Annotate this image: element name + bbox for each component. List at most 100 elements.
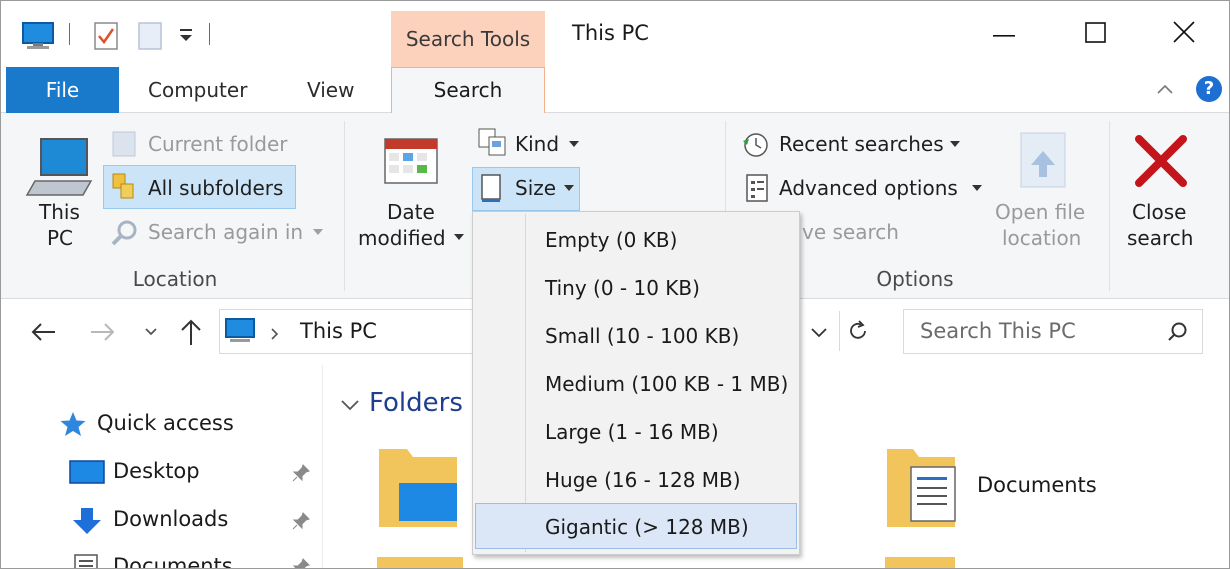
tab-file[interactable]: File (6, 67, 119, 113)
kind-icon (478, 128, 506, 156)
desktop-icon (69, 460, 105, 484)
folder-desktop-tile[interactable] (377, 447, 463, 531)
recent-searches-button[interactable]: Recent searches (779, 132, 944, 156)
nav-item-documents[interactable]: Documents (69, 553, 319, 569)
forward-arrow-icon[interactable] (87, 319, 117, 345)
star-icon (60, 412, 86, 436)
size-option-small[interactable]: Small (10 - 100 KB) (475, 312, 797, 358)
save-search-button[interactable]: ve search (802, 220, 899, 244)
open-file-location-icon (1020, 132, 1066, 188)
breadcrumb-this-pc[interactable]: This PC (300, 319, 377, 343)
size-option-tiny[interactable]: Tiny (0 - 10 KB) (475, 264, 797, 310)
section-title: Folders (369, 388, 463, 418)
chevron-down-icon (972, 185, 982, 191)
close-search-button[interactable]: search (1127, 226, 1193, 250)
all-subfolders-label: All subfolders (148, 176, 284, 200)
tab-search[interactable]: Search (391, 67, 545, 114)
date-modified-button[interactable]: modified (358, 226, 446, 250)
close-window-button[interactable] (1169, 17, 1199, 47)
current-folder-icon (112, 131, 136, 157)
size-option-empty[interactable]: Empty (0 KB) (475, 216, 797, 262)
pin-icon (292, 558, 310, 568)
nav-item-downloads[interactable]: Downloads (69, 505, 319, 537)
all-subfolders-icon (112, 173, 134, 199)
this-pc-icon[interactable] (25, 133, 95, 203)
open-file-location-button[interactable]: location (1002, 226, 1081, 250)
size-option-large[interactable]: Large (1 - 16 MB) (475, 408, 797, 454)
search-again-icon (111, 220, 137, 246)
up-arrow-icon[interactable] (177, 317, 205, 347)
nav-item-desktop[interactable]: Desktop (69, 457, 319, 489)
refresh-icon[interactable] (847, 319, 871, 343)
nav-item-quick-access[interactable]: Quick access (59, 409, 289, 441)
folder-icon (379, 449, 457, 527)
size-label: Size (515, 176, 557, 200)
maximize-button[interactable] (1081, 17, 1111, 47)
folders-section-header[interactable]: Folders (337, 387, 477, 423)
kind-button[interactable]: Kind (515, 132, 559, 156)
search-tools-label: Search Tools (405, 27, 531, 51)
close-search-icon (1135, 135, 1187, 187)
collapse-ribbon-icon[interactable] (1155, 81, 1175, 97)
size-option-huge[interactable]: Huge (16 - 128 MB) (475, 456, 797, 502)
size-icon (481, 174, 501, 202)
download-icon (73, 508, 101, 534)
navigation-pane: Quick access Desktop Downloads Documents (1, 365, 323, 569)
collapse-chevron-icon (341, 400, 359, 411)
chevron-down-icon (564, 185, 574, 191)
breadcrumb-chevron-icon[interactable] (270, 327, 280, 341)
current-folder-button[interactable]: Current folder (148, 132, 288, 156)
properties-icon[interactable] (93, 21, 119, 51)
customize-toolbar-icon[interactable] (178, 27, 194, 43)
open-file-location-label-1: Open file (995, 200, 1086, 224)
this-pc-app-icon[interactable] (21, 21, 55, 51)
size-option-medium[interactable]: Medium (100 KB - 1 MB) (475, 360, 797, 406)
size-dropdown-menu: Empty (0 KB) Tiny (0 - 10 KB) Small (10 … (472, 211, 800, 555)
nav-item-label: Quick access (97, 411, 234, 435)
search-tools-contextual-group: Search Tools (391, 11, 545, 67)
ribbon-tab-row: File Computer View Search ? (1, 67, 1229, 114)
explorer-window: Search Tools This PC File Computer View … (0, 0, 1230, 569)
location-group-label: Location (132, 267, 218, 291)
close-search-label-1: Close (1132, 200, 1187, 224)
advanced-options-icon (746, 174, 768, 202)
chevron-down-icon (454, 234, 464, 240)
minimize-button[interactable] (989, 17, 1019, 47)
address-bar[interactable]: This PC (219, 309, 481, 354)
search-input[interactable]: Search This PC (903, 309, 1203, 354)
folder-documents-tile[interactable]: Documents (885, 447, 1125, 531)
this-pc-small-icon (225, 318, 255, 342)
help-icon[interactable]: ? (1196, 76, 1222, 102)
chevron-down-icon (950, 141, 960, 147)
this-pc-label-1: This (39, 200, 80, 224)
recent-searches-icon (743, 133, 768, 157)
options-group-label: Options (876, 267, 954, 291)
chevron-down-icon (313, 229, 323, 235)
advanced-options-button[interactable]: Advanced options (779, 176, 958, 200)
back-arrow-icon[interactable] (29, 319, 59, 345)
search-again-in-button[interactable]: Search again in (148, 220, 303, 244)
search-placeholder: Search This PC (920, 319, 1076, 343)
address-dropdown-icon[interactable] (809, 325, 829, 341)
window-title: This PC (572, 21, 649, 45)
nav-item-label: Downloads (113, 507, 229, 531)
folder-partial-tile[interactable] (885, 557, 955, 568)
documents-folder-icon (887, 449, 956, 527)
title-bar: Search Tools This PC (1, 1, 1229, 67)
pin-icon (292, 512, 310, 530)
nav-item-label: Desktop (113, 459, 200, 483)
folder-label: Documents (977, 473, 1097, 497)
nav-item-label: Documents (113, 554, 233, 569)
date-modified-label-1: Date (387, 200, 435, 224)
recent-locations-chevron-icon[interactable] (143, 325, 159, 339)
this-pc-label-2: PC (47, 226, 74, 250)
new-folder-icon[interactable] (137, 21, 163, 51)
size-option-gigantic[interactable]: Gigantic (> 128 MB) (475, 503, 797, 549)
tab-view[interactable]: View (307, 67, 354, 113)
search-icon[interactable] (1166, 320, 1190, 344)
chevron-down-icon (569, 141, 579, 147)
documents-icon (74, 554, 98, 568)
folder-partial-tile[interactable] (377, 557, 463, 568)
calendar-icon (384, 138, 438, 184)
tab-computer[interactable]: Computer (148, 67, 247, 113)
